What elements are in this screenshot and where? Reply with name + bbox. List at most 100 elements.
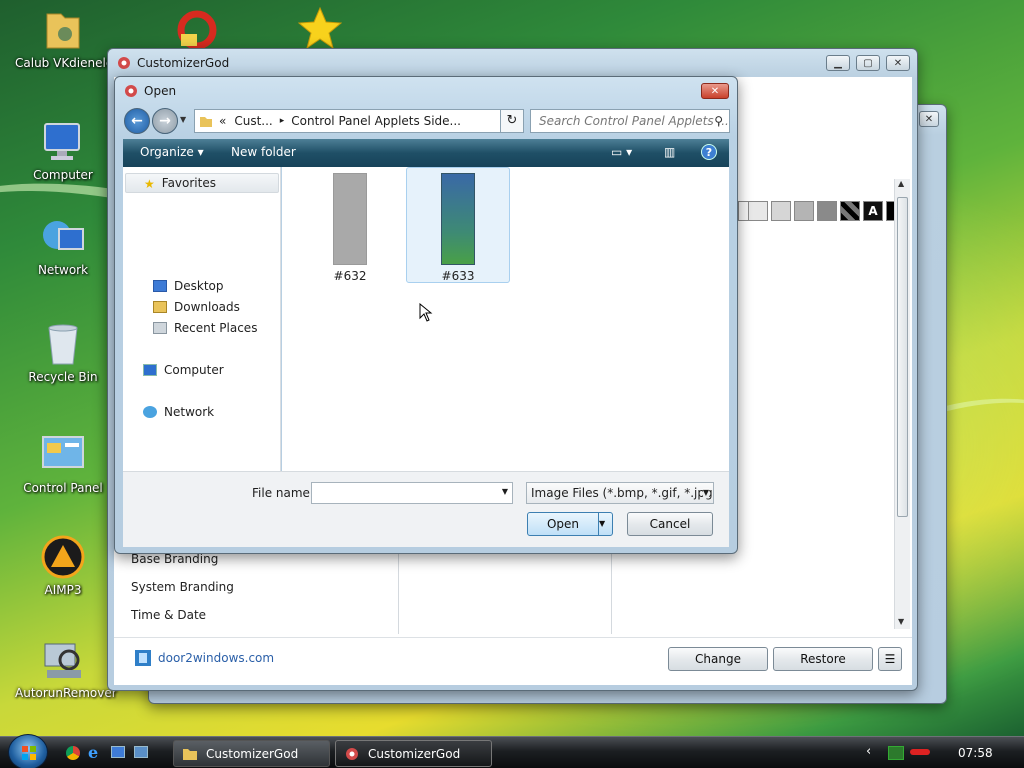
start-button[interactable] (8, 734, 48, 768)
nav-item-favorites[interactable]: ★ Favorites (125, 173, 279, 193)
taskbar-item-label: CustomizerGod (368, 746, 461, 761)
nav-item-desktop[interactable]: Desktop (153, 279, 224, 293)
control-panel-icon (41, 433, 85, 477)
maximize-button[interactable]: ▢ (856, 55, 880, 71)
desktop-icon-recycle-bin[interactable]: Recycle Bin (15, 322, 111, 384)
switch-windows-icon[interactable] (134, 746, 148, 758)
new-folder-button[interactable]: New folder (231, 145, 296, 159)
nav-label: Downloads (174, 300, 240, 314)
desktop-icon-aimp3[interactable]: AIMP3 (15, 535, 111, 597)
desktop-icon-star[interactable] (285, 6, 355, 54)
list-item[interactable]: Time & Date (131, 608, 206, 622)
chrome-icon[interactable] (66, 746, 80, 760)
clock[interactable]: 07:58 (958, 746, 993, 760)
network-tray-icon[interactable] (888, 746, 904, 760)
file-item-selected[interactable]: #633 (406, 167, 510, 283)
nav-label: Network (164, 405, 215, 419)
internet-explorer-icon[interactable]: e (88, 743, 98, 762)
open-split-dropdown-icon[interactable]: ▼ (598, 513, 612, 535)
desktop-icon-computer[interactable]: Computer (15, 120, 111, 182)
scroll-up-icon[interactable]: ▲ (898, 179, 904, 188)
search-icon[interactable]: ⚲ (714, 114, 723, 128)
navigation-bar: ← → ▼ « Cust... ▸ Control Panel Applets … (116, 105, 738, 139)
menu-button[interactable]: ☰ (878, 647, 902, 671)
file-name-dropdown-icon[interactable]: ▼ (502, 487, 508, 496)
refresh-icon[interactable]: ↻ (500, 109, 524, 133)
history-dropdown-icon[interactable]: ▼ (180, 115, 186, 124)
nav-item-recent-places[interactable]: Recent Places (153, 321, 257, 335)
search-input[interactable]: Search Control Panel Applets ... ⚲ (530, 109, 730, 133)
desktop-icon-user-folder[interactable]: Calub VKdienele (15, 8, 113, 70)
address-bar[interactable]: « Cust... ▸ Control Panel Applets Side..… (194, 109, 524, 133)
minimize-button[interactable]: ▁ (826, 55, 850, 71)
open-button[interactable]: Open ▼ (527, 512, 613, 536)
views-icon[interactable]: ▭ ▾ (611, 145, 632, 159)
desktop-icon-control-panel[interactable]: Control Panel (15, 433, 111, 495)
folder-icon (41, 8, 85, 52)
pattern-swatch[interactable] (840, 201, 860, 221)
nav-item-network[interactable]: Network (143, 405, 214, 419)
open-dialog[interactable]: Open ✕ ← → ▼ « Cust... ▸ Control Panel A… (114, 76, 738, 554)
nav-item-computer[interactable]: Computer (143, 363, 224, 377)
taskbar-item-explorer[interactable]: CustomizerGod (173, 740, 330, 767)
scroll-down-icon[interactable]: ▼ (898, 617, 904, 626)
file-item[interactable]: #632 (320, 173, 380, 283)
color-swatch[interactable] (771, 201, 791, 221)
close-button[interactable]: ✕ (886, 55, 910, 71)
file-list[interactable]: #632 #633 (282, 167, 729, 471)
taskbar-item-customizergod[interactable]: CustomizerGod (335, 740, 492, 767)
color-swatch[interactable] (748, 201, 768, 221)
nav-label: Desktop (174, 279, 224, 293)
color-swatch[interactable] (817, 201, 837, 221)
back-arrow-icon[interactable]: ← (124, 108, 150, 134)
dialog-footer: File name: ▼ Image Files (*.bmp, *.gif, … (123, 471, 729, 547)
file-type-dropdown-icon[interactable]: ▼ (702, 488, 709, 497)
file-thumbnail (441, 173, 475, 265)
preview-pane-icon[interactable]: ▥ (664, 145, 675, 159)
forward-arrow-icon[interactable]: → (152, 108, 178, 134)
nav-label: Computer (164, 363, 224, 377)
column-separator (398, 554, 399, 634)
door2windows-logo-icon (135, 650, 151, 666)
cancel-button[interactable]: Cancel (627, 512, 713, 536)
dialog-titlebar[interactable]: Open (115, 77, 737, 105)
desktop-icon (153, 280, 167, 292)
color-swatch[interactable] (794, 201, 814, 221)
desktop-icon-network[interactable]: Network (15, 215, 111, 277)
help-icon[interactable]: ? (701, 144, 717, 160)
file-thumbnail (333, 173, 367, 265)
organize-button[interactable]: Organize ▾ (140, 145, 204, 159)
taskbar: e CustomizerGod CustomizerGod ‹ 07:58 (0, 734, 1024, 768)
text-swatch[interactable]: A (863, 201, 883, 221)
list-item[interactable]: Base Branding (131, 552, 218, 566)
dialog-close-button[interactable]: ✕ (701, 83, 729, 99)
show-hidden-icons-icon[interactable]: ‹ (866, 744, 871, 759)
website-link[interactable]: door2windows.com (134, 649, 274, 667)
taskbar-item-label: CustomizerGod (206, 746, 299, 761)
file-type-select[interactable]: Image Files (*.bmp, *.gif, *.jpg, ▼ (526, 482, 714, 504)
close-icon[interactable]: ✕ (919, 111, 939, 127)
breadcrumb-root[interactable]: « (219, 114, 226, 128)
change-button[interactable]: Change (668, 647, 768, 671)
website-link-text[interactable]: door2windows.com (158, 651, 274, 665)
network-icon (41, 215, 85, 259)
star-icon (297, 6, 343, 50)
show-desktop-icon[interactable] (111, 746, 125, 758)
folder-icon (183, 748, 197, 760)
breadcrumb-separator-icon[interactable]: ▸ (280, 116, 285, 126)
nav-item-downloads[interactable]: Downloads (153, 300, 240, 314)
desktop-icon-autorun-remover[interactable]: AutorunRemover (15, 638, 117, 700)
list-item[interactable]: System Branding (131, 580, 234, 594)
window-titlebar[interactable]: CustomizerGod (108, 49, 917, 77)
recycle-bin-icon (41, 322, 85, 366)
file-name-input[interactable]: ▼ (311, 482, 513, 504)
tray-app-icon[interactable] (910, 749, 930, 755)
vertical-scrollbar[interactable]: ▲ ▼ (894, 179, 910, 629)
breadcrumb-item[interactable]: Cust... (234, 114, 272, 128)
desktop-icon-label: Computer (33, 168, 93, 182)
aimp-icon (41, 535, 85, 579)
restore-button[interactable]: Restore (773, 647, 873, 671)
breadcrumb-item[interactable]: Control Panel Applets Side... (291, 114, 461, 128)
column-separator (611, 554, 612, 634)
scrollbar-thumb[interactable] (897, 197, 908, 517)
